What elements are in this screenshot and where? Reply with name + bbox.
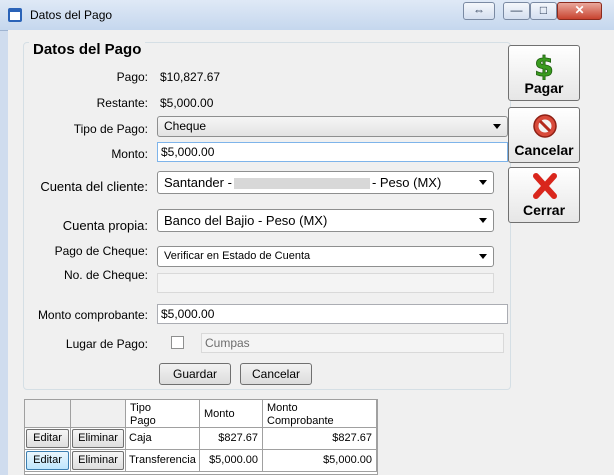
table-row-cell: Editar: [25, 450, 71, 472]
row-comprobante: $5,000.00: [263, 450, 377, 472]
svg-text:$: $: [534, 50, 553, 80]
payments-table: Tipo Pago Monto Monto Comprobante Editar…: [24, 399, 378, 475]
pago-cheque-label: Pago de Cheque:: [54, 244, 148, 258]
header-cell-comprobante[interactable]: Monto Comprobante: [263, 400, 377, 428]
restante-value: $5,000.00: [160, 96, 214, 110]
pago-cheque-select[interactable]: Verificar en Estado de Cuenta: [157, 246, 494, 267]
table-row-cell: Eliminar: [71, 428, 126, 450]
close-icon: [533, 173, 557, 199]
table-row-cell: Eliminar: [71, 450, 126, 472]
cancel-icon: [533, 114, 557, 138]
chevron-down-icon: [479, 218, 487, 223]
client-area: Datos del Pago Pago: $10,827.67 Restante…: [8, 30, 614, 475]
row-tipo: Caja: [126, 428, 200, 450]
guardar-button[interactable]: Guardar: [159, 363, 231, 385]
dollar-icon: $: [534, 50, 554, 80]
cuenta-cliente-prefix: Santander -: [164, 175, 232, 190]
form-cancelar-button[interactable]: Cancelar: [240, 363, 312, 385]
no-cheque-input[interactable]: [157, 273, 494, 293]
pago-label: Pago:: [116, 70, 148, 84]
chevron-down-icon: [493, 124, 501, 129]
monto-comprobante-label: Monto comprobante:: [37, 308, 148, 322]
monto-comprobante-input[interactable]: $5,000.00: [157, 304, 508, 324]
chevron-down-icon: [479, 180, 487, 185]
cuenta-cliente-label: Cuenta del cliente:: [40, 179, 148, 194]
lugar-pago-input[interactable]: Cumpas: [201, 333, 504, 353]
tipo-pago-select[interactable]: Cheque: [157, 116, 508, 137]
header-cell-delete: [71, 400, 126, 428]
cuenta-propia-label: Cuenta propia:: [62, 218, 148, 233]
edit-row-button[interactable]: Editar: [26, 429, 69, 448]
delete-row-button[interactable]: Eliminar: [72, 429, 124, 448]
maximize-button[interactable]: □: [530, 2, 557, 20]
delete-row-button[interactable]: Eliminar: [72, 451, 124, 470]
cerrar-label: Cerrar: [522, 202, 566, 218]
cuenta-propia-select[interactable]: Banco del Bajio - Peso (MX): [157, 209, 494, 232]
row-tipo: Transferencia: [126, 450, 200, 472]
cuenta-propia-value: Banco del Bajio - Peso (MX): [164, 213, 328, 228]
row-monto: $5,000.00: [200, 450, 263, 472]
resize-button[interactable]: ⇔: [463, 2, 495, 20]
row-monto: $827.67: [200, 428, 263, 450]
header-cell-tipo[interactable]: Tipo Pago: [126, 400, 200, 428]
close-window-button[interactable]: ✕: [557, 2, 602, 20]
header-cell-monto[interactable]: Monto: [200, 400, 263, 428]
window-title: Datos del Pago: [30, 8, 113, 22]
monto-label: Monto:: [111, 147, 148, 161]
app-window-icon: [8, 8, 22, 22]
cerrar-button[interactable]: Cerrar: [508, 167, 580, 223]
tipo-pago-label: Tipo de Pago:: [73, 122, 148, 136]
tipo-pago-value: Cheque: [164, 119, 207, 133]
row-comprobante: $827.67: [263, 428, 377, 450]
restante-label: Restante:: [96, 96, 148, 110]
monto-input[interactable]: $5,000.00: [157, 142, 508, 162]
payment-window: Datos del Pago ⇔ — □ ✕ Datos del Pago Pa…: [0, 0, 614, 475]
pagar-label: Pagar: [524, 80, 564, 96]
lugar-pago-checkbox[interactable]: [171, 336, 184, 349]
group-title: Datos del Pago: [29, 41, 146, 58]
cancelar-label: Cancelar: [514, 142, 574, 158]
header-cell-edit: [25, 400, 71, 428]
cuenta-cliente-select[interactable]: Santander - - Peso (MX): [157, 171, 494, 194]
table-row-cell: Editar: [25, 428, 71, 450]
edit-row-button[interactable]: Editar: [26, 451, 69, 470]
chevron-down-icon: [479, 254, 487, 259]
pagar-button[interactable]: $ Pagar: [508, 45, 580, 101]
redacted-account: [233, 178, 370, 190]
pago-cheque-value: Verificar en Estado de Cuenta: [164, 250, 311, 262]
cancelar-button[interactable]: Cancelar: [508, 107, 580, 163]
pago-value: $10,827.67: [160, 70, 221, 84]
title-bar: Datos del Pago ⇔ — □ ✕: [0, 0, 614, 31]
cuenta-cliente-suffix: - Peso (MX): [371, 175, 442, 190]
minimize-button[interactable]: —: [503, 2, 530, 20]
no-cheque-label: No. de Cheque:: [63, 268, 148, 282]
payment-group: Datos del Pago Pago: $10,827.67 Restante…: [23, 41, 511, 390]
lugar-pago-label: Lugar de Pago:: [65, 337, 148, 351]
